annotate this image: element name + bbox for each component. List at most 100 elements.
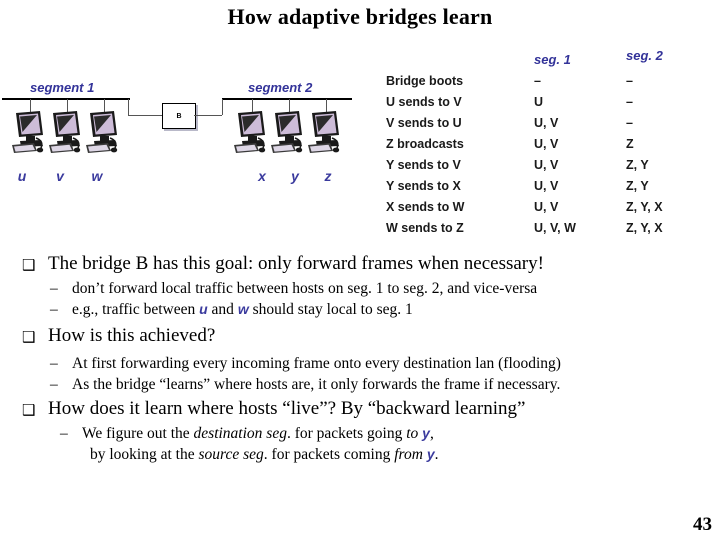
inline-host-y-2: y [426, 446, 435, 462]
host-label-y: y [291, 168, 299, 184]
subbullet-example-pre: e.g., traffic between [72, 301, 200, 318]
segment-1-bus [2, 98, 130, 100]
figure-out-mid: . for packets going [286, 425, 407, 442]
figure-out-pre: We figure out the [82, 425, 194, 442]
table-row: X sends to W U, V Z, Y, X [386, 197, 716, 218]
cell-seg1: U [534, 95, 544, 109]
dash-bullet-icon: – [50, 301, 58, 318]
cell-seg2: Z, Y [626, 179, 649, 193]
host-label-x: x [258, 168, 266, 184]
figure-out-line2-mid: . for packets coming [263, 446, 395, 463]
host-icon-y [269, 109, 309, 157]
figure-out-line2: by looking at the source seg. for packet… [82, 444, 720, 465]
bridge-link-left-vertical [128, 99, 129, 115]
cell-seg1: U, V [534, 179, 559, 193]
segment-1-label: segment 1 [30, 80, 95, 95]
cell-event: X sends to W [386, 200, 465, 214]
dash-bullet-icon: – [60, 425, 68, 442]
table-row: Y sends to X U, V Z, Y [386, 176, 716, 197]
host-icon-z [306, 109, 346, 157]
page-number: 43 [693, 514, 712, 535]
bullet-goal: ❑ The bridge B has this goal: only forwa… [0, 252, 720, 276]
bridge-learning-table: seg. 1 seg. 2 Bridge boots – – U sends t… [386, 40, 716, 239]
dash-bullet-icon: – [50, 280, 58, 297]
cell-event: Y sends to V [386, 158, 461, 172]
inline-host-u: u [199, 301, 208, 317]
table-row: Bridge boots – – [386, 71, 716, 92]
inline-host-w: w [237, 301, 249, 317]
subbullet-flooding-text: At first forwarding every incoming frame… [72, 355, 561, 372]
table-row: Y sends to V U, V Z, Y [386, 155, 716, 176]
host-icon-v [47, 109, 87, 157]
figure-out-line2-pre: by looking at the [90, 446, 199, 463]
host-icon-u [10, 109, 50, 157]
subbullet-example-mid: and [207, 301, 238, 318]
column-header-event [386, 40, 534, 71]
cell-event: Y sends to X [386, 179, 461, 193]
cell-seg2: Z [626, 137, 634, 151]
host-icon-x [232, 109, 272, 157]
page-title: How adaptive bridges learn [227, 4, 493, 29]
dash-bullet-icon: – [50, 355, 58, 372]
table-header-row: seg. 1 seg. 2 [386, 40, 716, 71]
figure-out-italic-from: from [394, 446, 423, 463]
column-header-seg2: seg. 2 [626, 48, 663, 63]
subbullet-example: – e.g., traffic between u and w should s… [0, 299, 720, 320]
cell-seg1: U, V, W [534, 221, 576, 235]
figure-out-italic-source: source seg [198, 446, 264, 463]
bullet-how-achieved: ❑ How is this achieved? [0, 324, 720, 348]
cell-seg1: U, V [534, 200, 559, 214]
figure-out-italic-destination: destination seg [193, 425, 287, 442]
dash-bullet-icon: – [50, 376, 58, 393]
subbullet-no-local-forward: – don’t forward local traffic between ho… [0, 278, 720, 299]
subbullet-no-local-forward-text: don’t forward local traffic between host… [72, 280, 538, 297]
subbullet-flooding: – At first forwarding every incoming fra… [0, 353, 720, 374]
cell-seg2: – [626, 116, 633, 130]
cell-seg2: – [626, 95, 633, 109]
bullet-backward-learning-text: How does it learn where hosts “live”? By… [48, 398, 526, 419]
cell-seg1: U, V [534, 158, 559, 172]
bullet-backward-learning: ❑ How does it learn where hosts “live”? … [0, 397, 720, 421]
bullet-goal-text: The bridge B has this goal: only forward… [48, 253, 544, 274]
network-diagram: segment 1 segment 2 B u v w x y z [0, 76, 375, 196]
subbullet-figure-out: – We figure out the destination seg. for… [0, 423, 720, 465]
bullet-how-achieved-text: How is this achieved? [48, 325, 216, 346]
table-row: Z broadcasts U, V Z [386, 134, 716, 155]
square-bullet-icon: ❑ [22, 401, 36, 419]
host-label-w: w [91, 168, 103, 184]
bridge-link-right-vertical [222, 99, 223, 115]
host-label-z: z [324, 168, 332, 184]
square-bullet-icon: ❑ [22, 328, 36, 346]
host-label-u: u [17, 168, 27, 184]
host-label-v: v [56, 168, 64, 184]
table-row: U sends to V U – [386, 92, 716, 113]
subbullet-example-post: should stay local to seg. 1 [248, 301, 413, 318]
subbullet-learning-text: As the bridge “learns” where hosts are, … [72, 376, 561, 393]
cell-seg1: U, V [534, 137, 559, 151]
cell-seg2: Z, Y, X [626, 200, 663, 214]
segment-2-bus [222, 98, 352, 100]
bullet-list: ❑ The bridge B has this goal: only forwa… [0, 252, 720, 465]
bridge-link-left-horizontal [128, 115, 163, 116]
cell-event: Bridge boots [386, 74, 464, 88]
cell-seg2: Z, Y, X [626, 221, 663, 235]
figure-out-line2-post: . [434, 446, 439, 463]
table-row: W sends to Z U, V, W Z, Y, X [386, 218, 716, 239]
cell-seg1: U, V [534, 116, 559, 130]
column-header-seg1: seg. 1 [534, 52, 571, 67]
cell-event: V sends to U [386, 116, 462, 130]
table-row: V sends to U U, V – [386, 113, 716, 134]
slide-canvas: How adaptive bridges learn segment 1 seg… [0, 0, 720, 540]
figure-out-italic-to: to [406, 425, 419, 442]
cell-seg1: – [534, 74, 541, 88]
host-icon-w [84, 109, 124, 157]
cell-seg2: – [626, 74, 633, 88]
inline-host-y-1: y [422, 425, 430, 441]
figure-out-post: , [429, 425, 434, 442]
cell-event: U sends to V [386, 95, 462, 109]
cell-event: Z broadcasts [386, 137, 464, 151]
segment-2-label: segment 2 [248, 80, 313, 95]
cell-event: W sends to Z [386, 221, 464, 235]
cell-seg2: Z, Y [626, 158, 649, 172]
bridge-node-b: B [162, 103, 196, 129]
